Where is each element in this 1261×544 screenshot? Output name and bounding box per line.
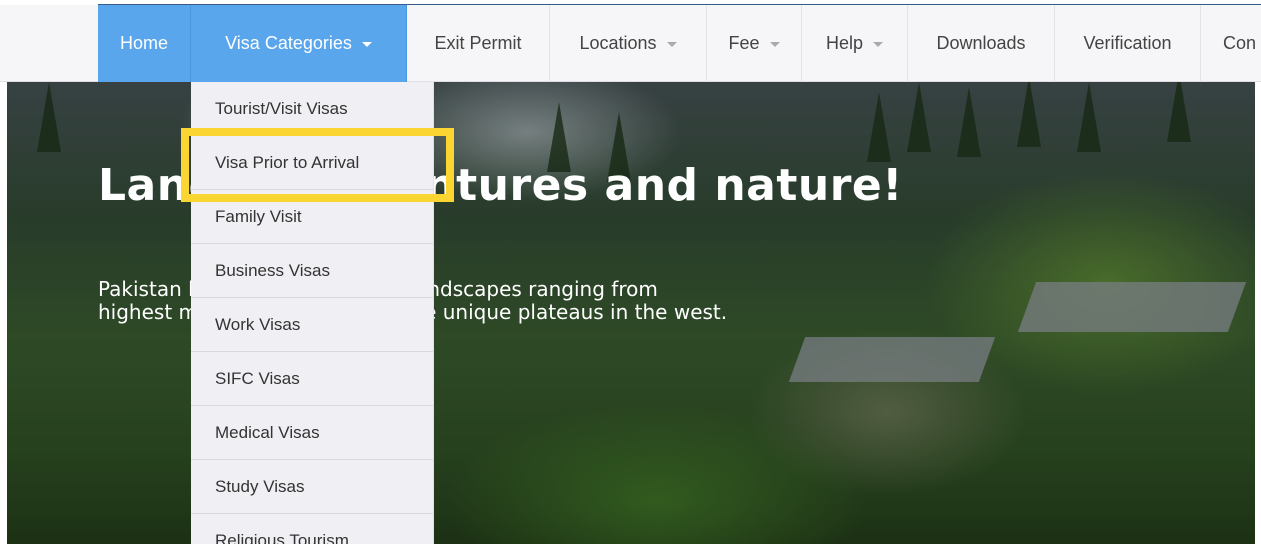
nav-verification-label: Verification (1083, 33, 1172, 53)
chevron-down-icon (873, 42, 884, 47)
nav-verification[interactable]: Verification (1055, 5, 1201, 82)
main-navbar: Home Visa Categories Exit Permit Locatio… (0, 5, 1261, 82)
highlight-box (181, 128, 454, 202)
nav-downloads-label: Downloads (936, 33, 1026, 53)
nav-downloads[interactable]: Downloads (908, 5, 1055, 82)
dropdown-item-work-visas[interactable]: Work Visas (191, 298, 433, 352)
nav-home-label: Home (119, 33, 168, 53)
nav-help[interactable]: Help (802, 5, 908, 82)
nav-fee-label: Fee (728, 33, 760, 53)
dropdown-item-medical-visas[interactable]: Medical Visas (191, 406, 433, 460)
nav-home[interactable]: Home (98, 5, 191, 82)
dropdown-item-business-visas[interactable]: Business Visas (191, 244, 433, 298)
dropdown-item-religious-tourism[interactable]: Religious Tourism (191, 514, 433, 544)
nav-locations[interactable]: Locations (550, 5, 707, 82)
dropdown-item-study-visas[interactable]: Study Visas (191, 460, 433, 514)
dropdown-item-sifc-visas[interactable]: SIFC Visas (191, 352, 433, 406)
chevron-down-icon (769, 42, 780, 47)
nav-help-label: Help (825, 33, 864, 53)
nav-exit-permit[interactable]: Exit Permit (407, 5, 550, 82)
nav-visa-categories[interactable]: Visa Categories (191, 5, 407, 82)
nav-contact-label: Con (1223, 33, 1257, 53)
nav-visa-categories-label: Visa Categories (225, 33, 352, 53)
chevron-down-icon (666, 42, 677, 47)
nav-locations-label: Locations (579, 33, 657, 53)
nav-exit-permit-label: Exit Permit (434, 33, 522, 53)
chevron-down-icon (361, 42, 372, 47)
nav-contact[interactable]: Con (1201, 5, 1261, 82)
nav-fee[interactable]: Fee (707, 5, 802, 82)
